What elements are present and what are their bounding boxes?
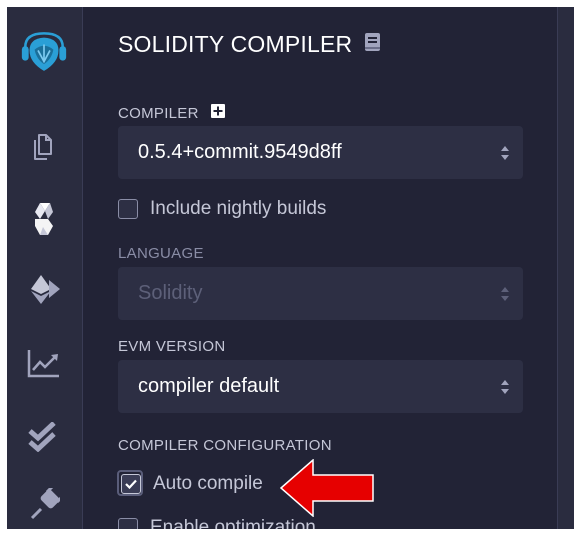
panel-title-text: SOLIDITY COMPILER	[118, 31, 353, 57]
language-value: Solidity	[138, 282, 203, 304]
compiler-label-row: COMPILER	[118, 104, 225, 122]
deploy-run-icon[interactable]	[21, 269, 67, 309]
icon-sidebar	[7, 7, 83, 529]
analytics-icon[interactable]	[21, 343, 67, 383]
select-arrows-icon	[501, 286, 509, 301]
compiler-version-select[interactable]: 0.5.4+commit.9549d8ff	[118, 126, 523, 179]
compiler-label: COMPILER	[118, 104, 199, 122]
solidity-compiler-icon[interactable]	[21, 199, 67, 239]
auto-compile-row[interactable]: Auto compile	[121, 473, 263, 495]
file-explorer-icon[interactable]	[21, 127, 67, 167]
select-arrows-icon	[501, 379, 509, 394]
nightly-builds-label: Include nightly builds	[150, 198, 327, 219]
tests-icon[interactable]	[21, 417, 67, 457]
evm-version-label: EVM VERSION	[118, 338, 226, 355]
app-frame: SOLIDITY COMPILER COMPILER 0.5.4+commit.…	[7, 7, 574, 529]
nightly-builds-checkbox[interactable]	[118, 199, 138, 219]
language-label: LANGUAGE	[118, 245, 204, 262]
panel-title: SOLIDITY COMPILER	[118, 31, 382, 58]
compiler-panel: SOLIDITY COMPILER COMPILER 0.5.4+commit.…	[83, 7, 557, 529]
docs-book-icon[interactable]	[364, 31, 382, 58]
red-arrow-annotation-icon	[280, 459, 374, 517]
nightly-builds-row[interactable]: Include nightly builds	[118, 198, 326, 220]
optimization-checkbox[interactable]	[118, 518, 138, 529]
checkmark-icon	[125, 479, 137, 489]
compiler-config-label: COMPILER CONFIGURATION	[118, 437, 332, 454]
plugin-manager-icon[interactable]	[21, 485, 67, 525]
auto-compile-checkbox[interactable]	[121, 474, 141, 494]
compiler-version-value: 0.5.4+commit.9549d8ff	[138, 141, 342, 163]
add-compiler-icon[interactable]	[210, 104, 225, 122]
select-arrows-icon	[501, 145, 509, 160]
evm-version-value: compiler default	[138, 375, 280, 397]
language-select[interactable]: Solidity	[118, 267, 523, 320]
optimization-label: Enable optimization	[150, 517, 316, 529]
evm-version-select[interactable]: compiler default	[118, 360, 523, 413]
right-panel-edge	[557, 7, 574, 529]
optimization-row[interactable]: Enable optimization	[118, 517, 316, 529]
auto-compile-label: Auto compile	[153, 473, 263, 494]
remix-logo-icon[interactable]	[21, 25, 67, 81]
